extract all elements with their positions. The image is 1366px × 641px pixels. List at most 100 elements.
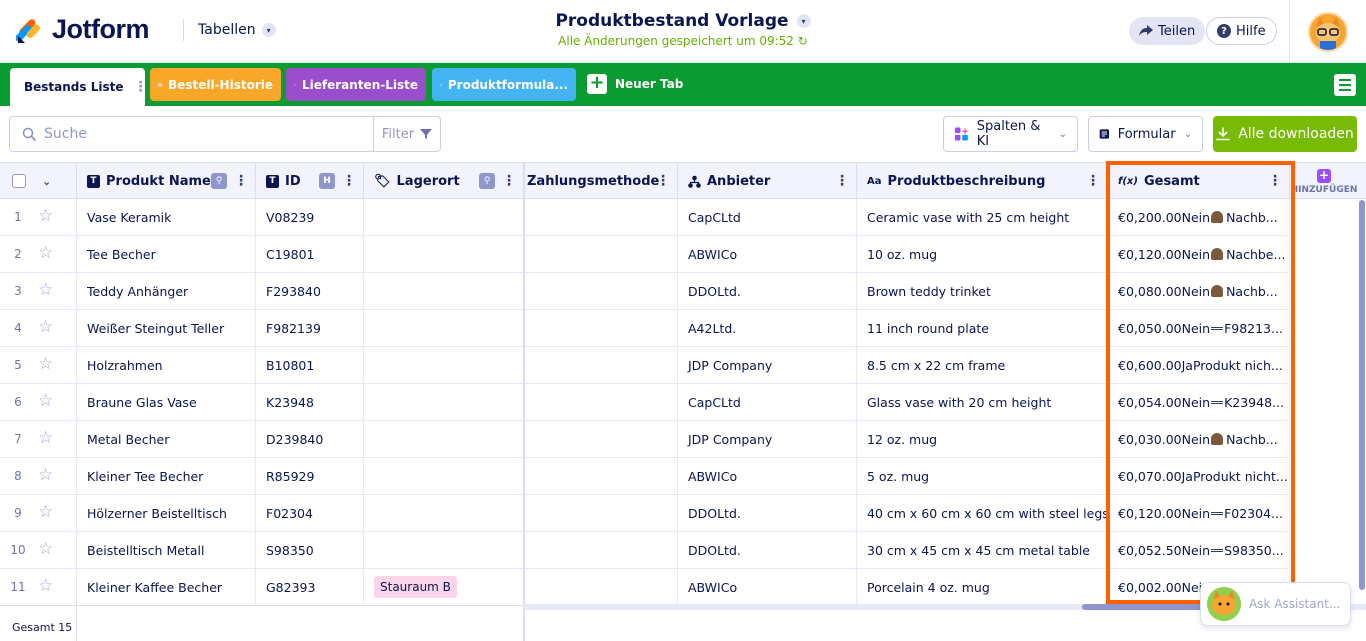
new-tab-button[interactable]: + Neuer Tab <box>587 74 683 94</box>
cell-location[interactable] <box>364 384 524 420</box>
column-header-produkt-name[interactable]: T Produkt Name ⚲ ⋮ <box>77 163 256 199</box>
column-header-id[interactable]: T ID H ⋮ <box>256 163 364 199</box>
star-icon[interactable]: ☆ <box>38 393 53 410</box>
more-options-icon[interactable]: ⋮ <box>835 173 849 189</box>
cell-vendor[interactable]: DDOLtd. <box>678 495 857 531</box>
cell-payment-method[interactable] <box>525 458 678 494</box>
cell-description[interactable]: 10 oz. mug <box>857 236 1108 272</box>
cell-location[interactable] <box>364 273 524 309</box>
tab-bestell-historie[interactable]: Bestell-Historie <box>150 68 281 101</box>
cell-vendor[interactable]: ABWICo <box>678 458 857 494</box>
cell-payment-method[interactable] <box>525 495 678 531</box>
select-all-checkbox[interactable] <box>12 174 26 188</box>
cell-description[interactable]: Ceramic vase with 25 cm height <box>857 199 1108 235</box>
cell-product-name[interactable]: Holzrahmen <box>77 347 256 383</box>
cell-vendor[interactable]: CapCLtd <box>678 384 857 420</box>
cell-vendor[interactable]: JDP Company <box>678 347 857 383</box>
pin-icon[interactable]: ⚲ <box>211 173 227 189</box>
cell-location[interactable] <box>364 310 524 346</box>
column-header-produktbeschreibung[interactable]: Aa Produktbeschreibung ⋮ <box>857 163 1108 199</box>
ask-assistant-button[interactable]: Ask Assistant... <box>1200 582 1351 626</box>
cell-product-name[interactable]: Braune Glas Vase <box>77 384 256 420</box>
cell-location[interactable] <box>364 199 524 235</box>
filter-button[interactable]: Filter <box>373 116 441 152</box>
star-icon[interactable]: ☆ <box>38 245 53 262</box>
cell-product-name[interactable]: Kleiner Kaffee Becher <box>77 569 256 605</box>
cell-id[interactable]: C19801 <box>256 236 364 272</box>
tab-produktformular[interactable]: Produktformula... <box>432 68 576 101</box>
cell-location[interactable] <box>364 236 524 272</box>
tab-lieferanten-liste[interactable]: Lieferanten-Liste <box>286 68 426 101</box>
cell-vendor[interactable]: DDOLtd. <box>678 532 857 568</box>
cell-description[interactable]: 8.5 cm x 22 cm frame <box>857 347 1108 383</box>
star-icon[interactable]: ☆ <box>38 578 53 595</box>
cell-description[interactable]: 11 inch round plate <box>857 310 1108 346</box>
table-row[interactable]: 2 ☆ Tee Becher C19801 ABWICo 10 oz. mug €0,120… <box>0 236 1290 273</box>
cell-payment-method[interactable] <box>525 273 678 309</box>
star-icon[interactable]: ☆ <box>38 319 53 336</box>
star-icon[interactable]: ☆ <box>38 541 53 558</box>
more-options-icon[interactable]: ⋮ <box>656 173 670 189</box>
table-row[interactable]: 6 ☆ Braune Glas Vase K23948 CapCLtd Glass vas… <box>0 384 1290 421</box>
cell-id[interactable]: F293840 <box>256 273 364 309</box>
chevron-down-icon[interactable]: ⌄ <box>42 175 51 188</box>
star-icon[interactable]: ☆ <box>38 467 53 484</box>
tab-bestands-liste[interactable]: Bestands Liste ⋮ <box>10 68 145 106</box>
star-icon[interactable]: ☆ <box>38 282 53 299</box>
cell-description[interactable]: 40 cm x 60 cm x 60 cm with steel legs <box>857 495 1108 531</box>
cell-location[interactable] <box>364 347 524 383</box>
cell-payment-method[interactable] <box>525 347 678 383</box>
column-header-lagerort[interactable]: 🏷 Lagerort ⚲ ⋮ <box>364 163 524 199</box>
table-row[interactable]: 5 ☆ Holzrahmen B10801 JDP Company 8.5 cm x 22… <box>0 347 1290 384</box>
form-button[interactable]: Formular ⌄ <box>1088 116 1203 152</box>
cell-location[interactable] <box>364 421 524 457</box>
search-input[interactable]: Suche <box>9 116 374 152</box>
cell-id[interactable]: G82393 <box>256 569 364 605</box>
star-icon[interactable]: ☆ <box>38 504 53 521</box>
download-all-button[interactable]: Alle downloaden <box>1213 116 1357 152</box>
cell-location[interactable] <box>364 458 524 494</box>
share-button[interactable]: Teilen <box>1129 17 1206 45</box>
columns-ai-button[interactable]: Spalten & KI ⌄ <box>943 116 1078 152</box>
cell-id[interactable]: V08239 <box>256 199 364 235</box>
cell-description[interactable]: Glass vase with 20 cm height <box>857 384 1108 420</box>
table-row[interactable]: 7 ☆ Metal Becher D239840 JDP Company 12 oz. m… <box>0 421 1290 458</box>
star-icon[interactable]: ☆ <box>38 208 53 225</box>
cell-description[interactable]: Porcelain 4 oz. mug <box>857 569 1108 605</box>
cell-payment-method[interactable] <box>525 199 678 235</box>
cell-description[interactable]: 5 oz. mug <box>857 458 1108 494</box>
cell-description[interactable]: Brown teddy trinket <box>857 273 1108 309</box>
cell-description[interactable]: 30 cm x 45 cm x 45 cm metal table <box>857 532 1108 568</box>
cell-product-name[interactable]: Hölzerner Beistelltisch <box>77 495 256 531</box>
frozen-columns-divider[interactable] <box>523 162 525 641</box>
star-icon[interactable]: ☆ <box>38 430 53 447</box>
cell-id[interactable]: R85929 <box>256 458 364 494</box>
cell-payment-method[interactable] <box>525 384 678 420</box>
add-column-button[interactable]: + HINZUFÜGEN <box>1290 163 1358 200</box>
more-options-icon[interactable]: ⋮ <box>134 79 146 95</box>
cell-product-name[interactable]: Weißer Steingut Teller <box>77 310 256 346</box>
more-options-icon[interactable]: ⋮ <box>342 173 356 189</box>
cell-payment-method[interactable] <box>525 569 678 605</box>
cell-product-name[interactable]: Tee Becher <box>77 236 256 272</box>
cell-payment-method[interactable] <box>525 310 678 346</box>
cell-id[interactable]: K23948 <box>256 384 364 420</box>
cell-location[interactable] <box>364 532 524 568</box>
pin-icon[interactable]: ⚲ <box>479 173 495 189</box>
cell-payment-method[interactable] <box>525 421 678 457</box>
cell-vendor[interactable]: JDP Company <box>678 421 857 457</box>
cell-id[interactable]: F982139 <box>256 310 364 346</box>
cell-payment-method[interactable] <box>525 236 678 272</box>
cell-vendor[interactable]: ABWICo <box>678 236 857 272</box>
cell-product-name[interactable]: Kleiner Tee Becher <box>77 458 256 494</box>
more-options-icon[interactable]: ⋮ <box>234 173 248 189</box>
page-title-dropdown[interactable]: Produktbestand Vorlage ▾ <box>555 11 811 31</box>
table-row[interactable]: 9 ☆ Hölzerner Beistelltisch F02304 DDOLtd. 40… <box>0 495 1290 532</box>
cell-vendor[interactable]: DDOLtd. <box>678 273 857 309</box>
cell-vendor[interactable]: CapCLtd <box>678 199 857 235</box>
cell-id[interactable]: B10801 <box>256 347 364 383</box>
cell-product-name[interactable]: Beistelltisch Metall <box>77 532 256 568</box>
help-button[interactable]: ? Hilfe <box>1206 17 1277 45</box>
more-options-icon[interactable]: ⋮ <box>502 173 516 189</box>
cell-vendor[interactable]: A42Ltd. <box>678 310 857 346</box>
